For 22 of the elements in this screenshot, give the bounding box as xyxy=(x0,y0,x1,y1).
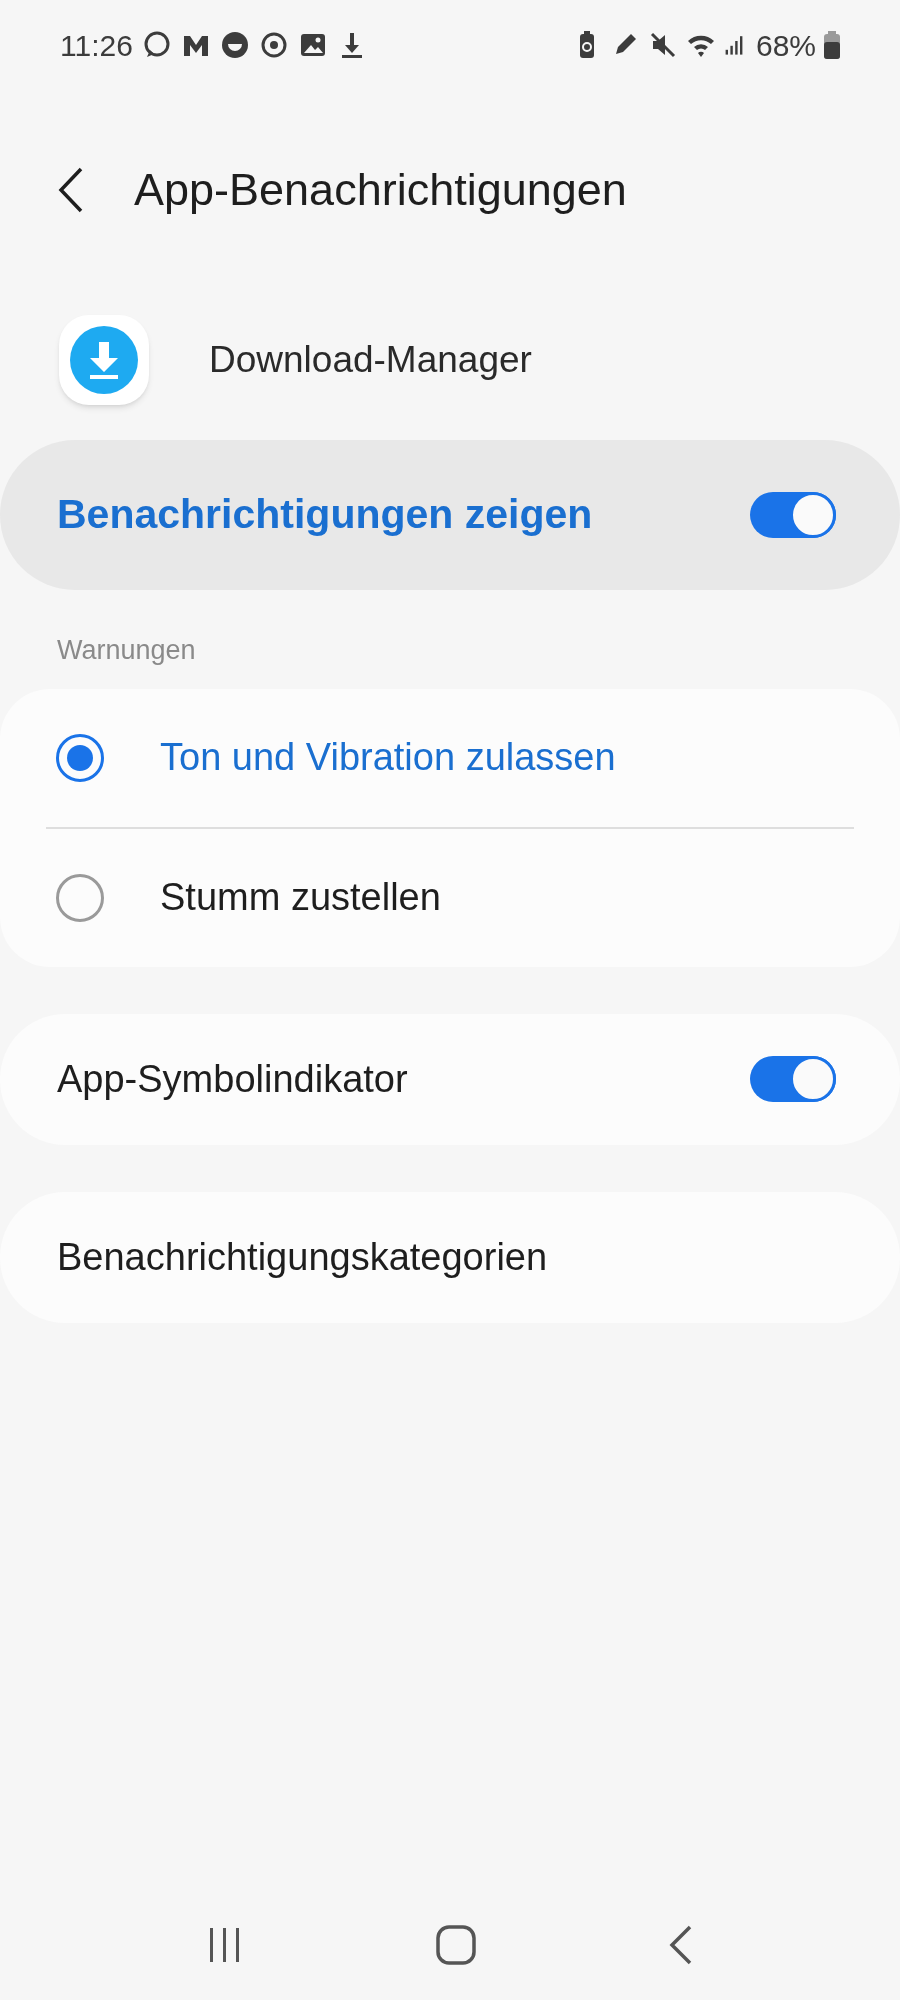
section-heading: Warnungen xyxy=(57,634,197,667)
app-name: Download-Manager xyxy=(209,338,532,383)
face-icon xyxy=(219,30,250,60)
alert-option[interactable]: Stumm zustellen xyxy=(0,828,900,967)
radio-button[interactable] xyxy=(56,873,104,922)
back-icon[interactable] xyxy=(58,167,84,213)
clock-time: 11:26 xyxy=(60,27,133,64)
toggle-switch[interactable] xyxy=(750,492,836,538)
main-switch-card[interactable]: Benachrichtigungen zeigen xyxy=(0,440,900,590)
radio-button[interactable] xyxy=(56,733,104,782)
setting-row[interactable]: Benachrichtigungskategorien xyxy=(0,1191,900,1323)
back-icon[interactable] xyxy=(669,1925,694,1965)
setting-row[interactable]: App-Symbolindikator xyxy=(0,1013,900,1145)
battery-percentage: 68% xyxy=(755,27,816,64)
toggle-switch[interactable] xyxy=(750,1056,836,1102)
main-switch-label: Benachrichtigungen zeigen xyxy=(57,490,593,540)
home-icon[interactable] xyxy=(436,1925,476,1965)
battery-icon xyxy=(824,31,840,59)
alert-option[interactable]: Ton und Vibration zulassen xyxy=(0,688,900,827)
setting-label: App-Symbolindikator xyxy=(57,1056,408,1102)
app-icon xyxy=(59,315,149,405)
page-title: App-Benachrichtigungen xyxy=(134,163,627,218)
